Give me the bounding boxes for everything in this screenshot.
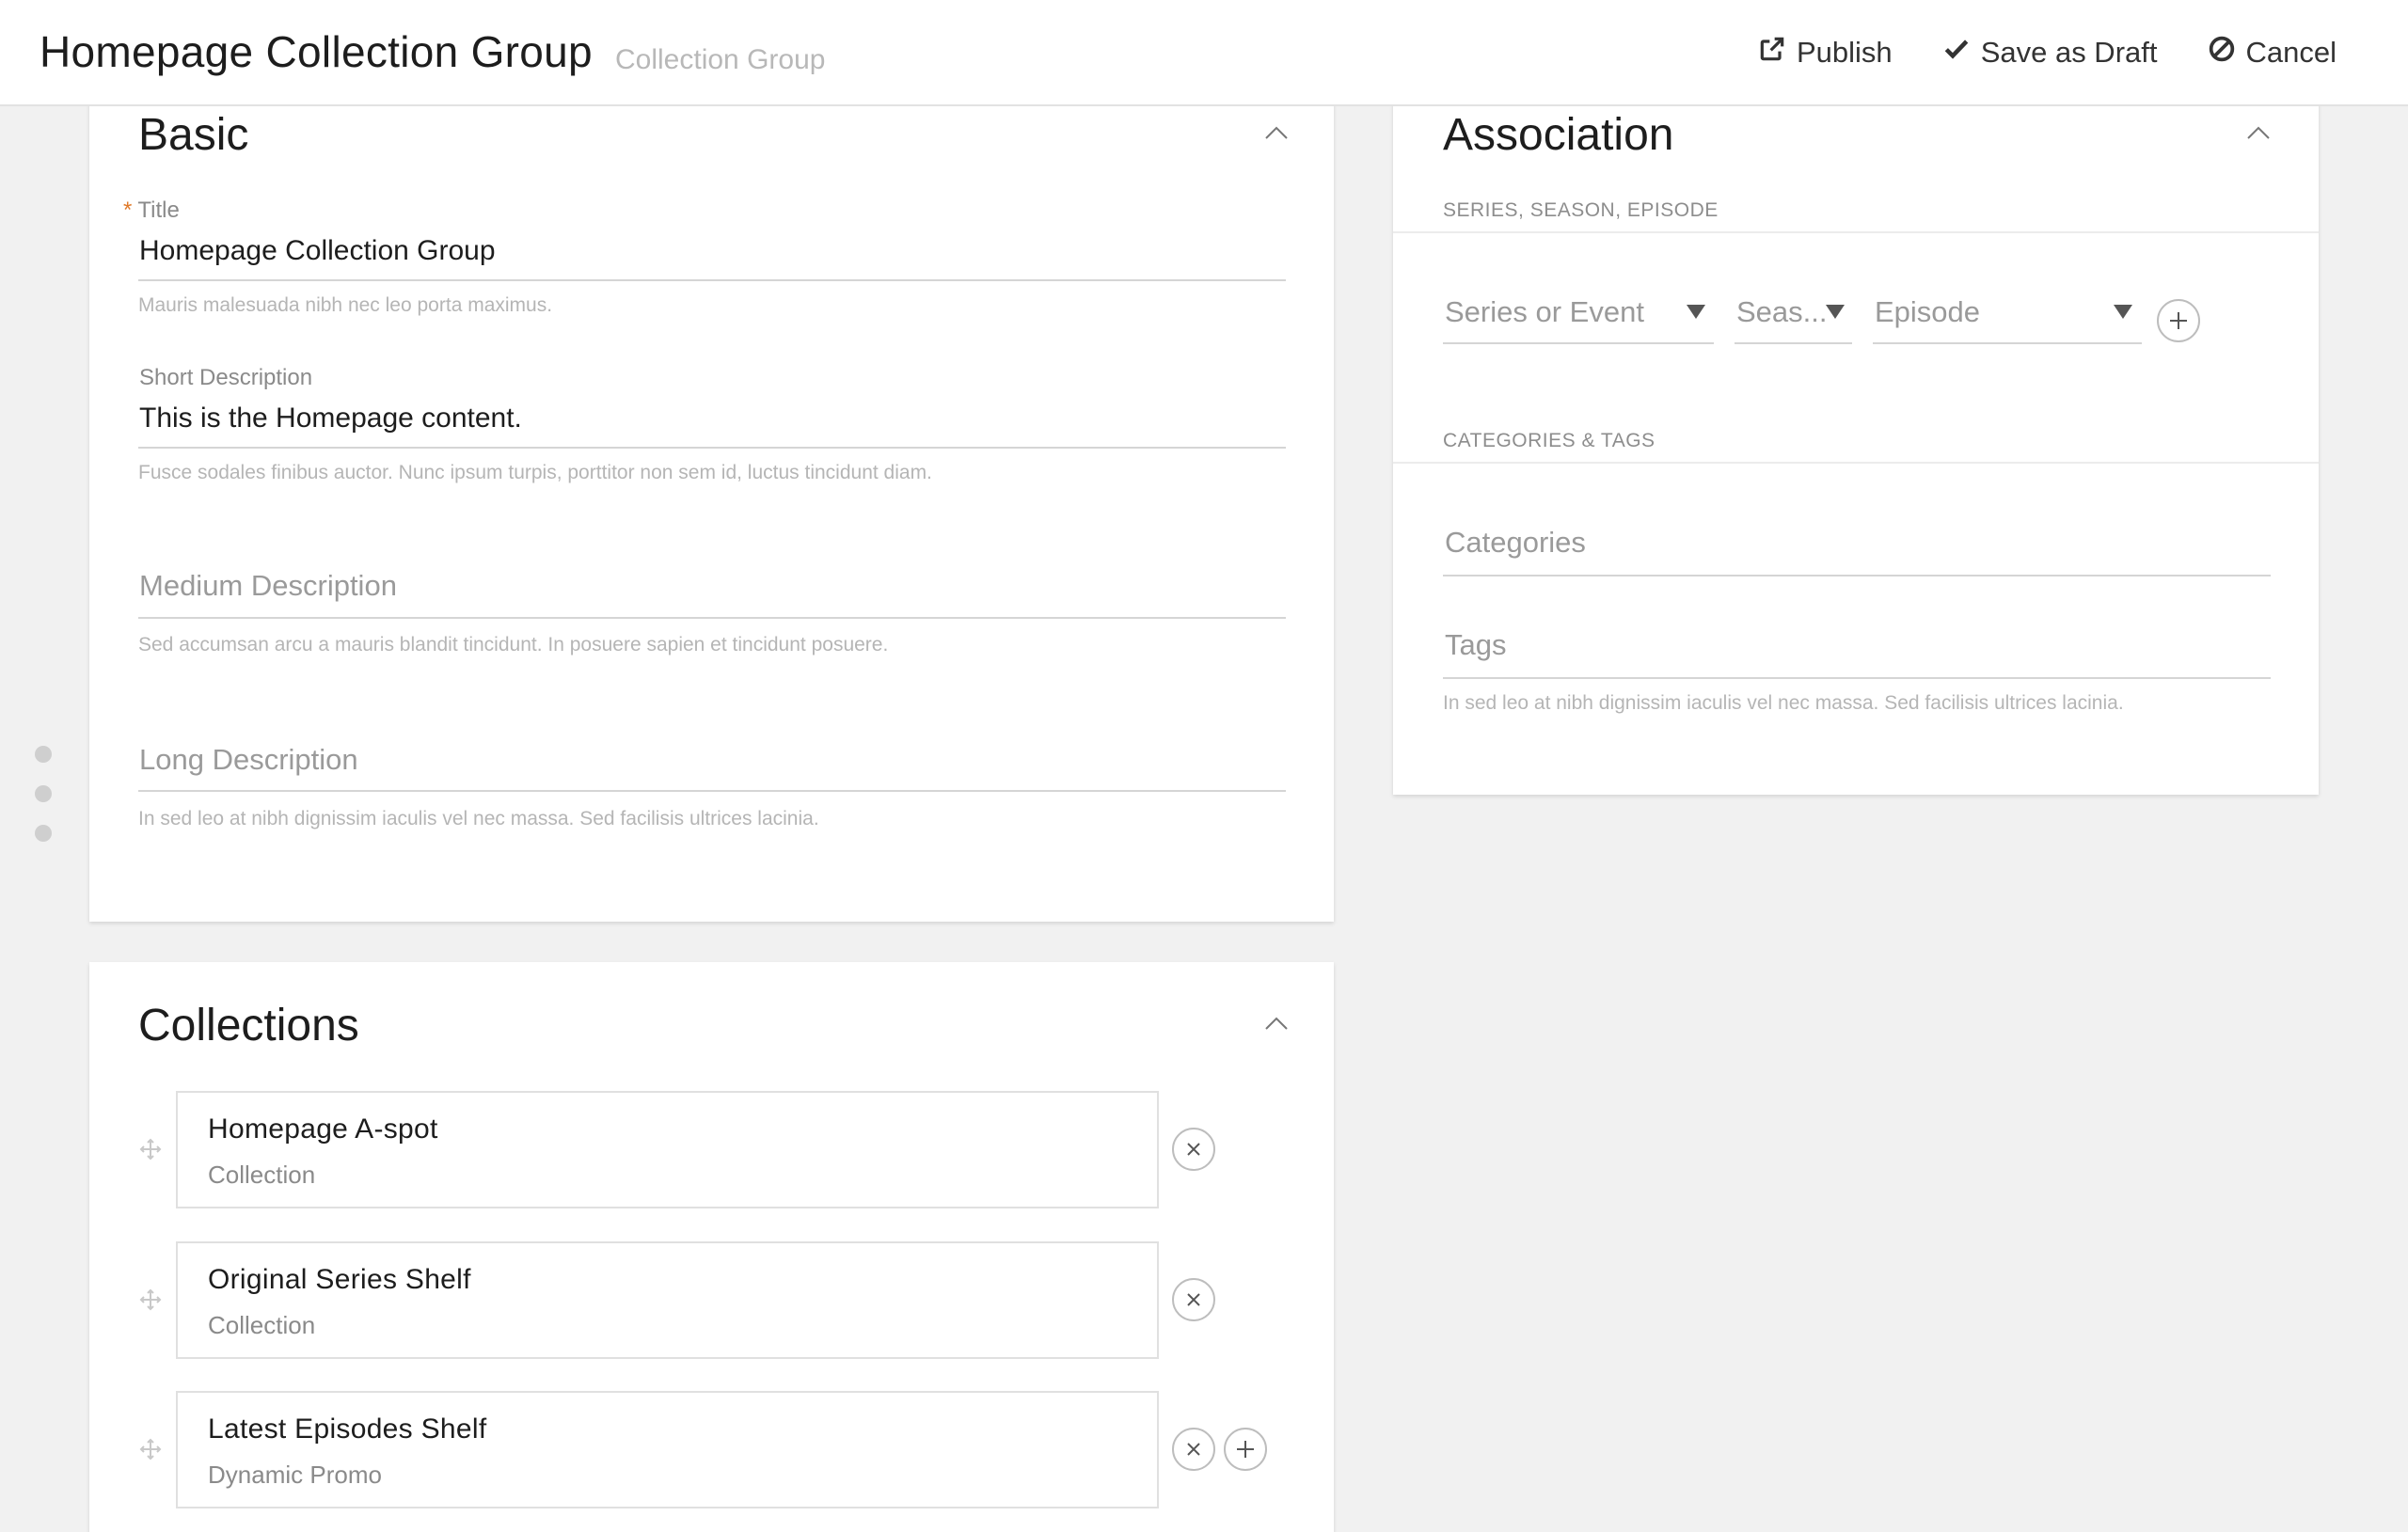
title-field-label: * Title	[123, 197, 180, 223]
association-collapse-button[interactable]	[2245, 124, 2272, 141]
short-description-field[interactable]: This is the Homepage content.	[139, 403, 522, 434]
episode-select[interactable]: Episode	[1873, 295, 2142, 348]
association-card: Association SERIES, SEASON, EPISODE Seri…	[1393, 75, 2319, 795]
move-icon[interactable]	[139, 1288, 162, 1311]
page-header: Homepage Collection Group Collection Gro…	[0, 0, 2408, 106]
page-title: Homepage Collection Group	[40, 27, 593, 76]
series-select-value: Series or Event	[1445, 295, 1644, 328]
add-association-button[interactable]	[2157, 299, 2200, 342]
episode-select-value: Episode	[1875, 295, 1981, 328]
external-link-icon	[1757, 34, 1787, 71]
dropdown-arrow-icon	[2114, 305, 2132, 319]
close-icon	[1187, 1443, 1200, 1456]
collections-collapse-button[interactable]	[1263, 1015, 1290, 1032]
section-divider	[1393, 462, 2319, 464]
collection-item-name: Original Series Shelf	[208, 1264, 471, 1295]
cancel-label: Cancel	[2245, 36, 2337, 69]
medium-description-underline	[138, 617, 1286, 619]
title-field[interactable]: Homepage Collection Group	[139, 235, 496, 267]
association-card-title: Association	[1443, 110, 1674, 160]
series-select[interactable]: Series or Event	[1443, 295, 1714, 348]
tags-input[interactable]: Tags	[1445, 628, 1506, 662]
basic-card: Basic * Title Homepage Collection Group M…	[89, 75, 1334, 922]
section-nav-dot[interactable]	[35, 785, 52, 802]
section-divider	[1393, 231, 2319, 233]
tags-help: In sed leo at nibh dignissim iaculis vel…	[1443, 692, 2124, 714]
collection-item-name: Homepage A-spot	[208, 1113, 438, 1145]
section-nav-dot[interactable]	[35, 825, 52, 842]
page-subtitle: Collection Group	[615, 44, 826, 75]
move-icon[interactable]	[139, 1138, 162, 1161]
plus-icon	[2170, 312, 2187, 329]
dropdown-arrow-icon	[1687, 305, 1705, 319]
collections-card: Collections Homepage A-spot Collection O…	[89, 962, 1334, 1532]
basic-collapse-button[interactable]	[1263, 124, 1290, 141]
chevron-up-icon	[1265, 126, 1288, 139]
publish-button[interactable]: Publish	[1757, 34, 1893, 71]
dropdown-arrow-icon	[1826, 305, 1845, 319]
chevron-up-icon	[2247, 126, 2270, 139]
header-actions: Publish Save as Draft Cancel	[1757, 34, 2337, 71]
checkmark-icon	[1941, 34, 1972, 71]
collection-item[interactable]: Latest Episodes Shelf Dynamic Promo	[176, 1391, 1159, 1508]
short-description-underline	[138, 447, 1286, 449]
cancel-button[interactable]: Cancel	[2207, 34, 2337, 71]
collection-item[interactable]: Original Series Shelf Collection	[176, 1241, 1159, 1359]
collection-item-type: Dynamic Promo	[208, 1461, 382, 1489]
season-select-underline	[1735, 342, 1852, 344]
basic-card-title: Basic	[138, 110, 249, 160]
collection-item[interactable]: Homepage A-spot Collection	[176, 1091, 1159, 1208]
long-description-field[interactable]: Long Description	[139, 743, 358, 777]
season-select-value: Seas...	[1736, 295, 1828, 328]
save-draft-label: Save as Draft	[1980, 36, 2158, 69]
chevron-up-icon	[1265, 1017, 1288, 1030]
add-collection-button[interactable]	[1224, 1428, 1267, 1471]
remove-collection-button[interactable]	[1172, 1128, 1215, 1171]
required-marker: *	[123, 197, 133, 223]
section-nav-dot[interactable]	[35, 746, 52, 763]
tags-underline	[1443, 677, 2271, 679]
remove-collection-button[interactable]	[1172, 1428, 1215, 1471]
medium-description-help: Sed accumsan arcu a mauris blandit tinci…	[138, 634, 889, 655]
save-draft-button[interactable]: Save as Draft	[1941, 34, 2158, 71]
season-select[interactable]: Seas...	[1735, 295, 1852, 348]
long-description-help: In sed leo at nibh dignissim iaculis vel…	[138, 808, 819, 829]
series-select-underline	[1443, 342, 1714, 344]
medium-description-field[interactable]: Medium Description	[139, 569, 397, 603]
series-section-label: SERIES, SEASON, EPISODE	[1443, 199, 1719, 221]
move-icon[interactable]	[139, 1438, 162, 1461]
close-icon	[1187, 1293, 1200, 1306]
categories-input[interactable]: Categories	[1445, 526, 1586, 560]
categories-section-label: CATEGORIES & TAGS	[1443, 430, 1656, 451]
long-description-underline	[138, 790, 1286, 792]
plus-icon	[1237, 1441, 1254, 1458]
collection-item-type: Collection	[208, 1311, 316, 1339]
title-field-help: Mauris malesuada nibh nec leo porta maxi…	[138, 294, 553, 316]
close-icon	[1187, 1143, 1200, 1156]
collection-item-name: Latest Episodes Shelf	[208, 1414, 487, 1445]
publish-label: Publish	[1797, 36, 1893, 69]
short-description-help: Fusce sodales finibus auctor. Nunc ipsum…	[138, 462, 932, 483]
title-field-underline	[138, 279, 1286, 281]
collection-item-type: Collection	[208, 1161, 316, 1189]
categories-underline	[1443, 575, 2271, 576]
episode-select-underline	[1873, 342, 2142, 344]
ban-icon	[2207, 34, 2237, 71]
collections-card-title: Collections	[138, 1001, 359, 1050]
short-description-label: Short Description	[139, 365, 313, 390]
remove-collection-button[interactable]	[1172, 1278, 1215, 1321]
